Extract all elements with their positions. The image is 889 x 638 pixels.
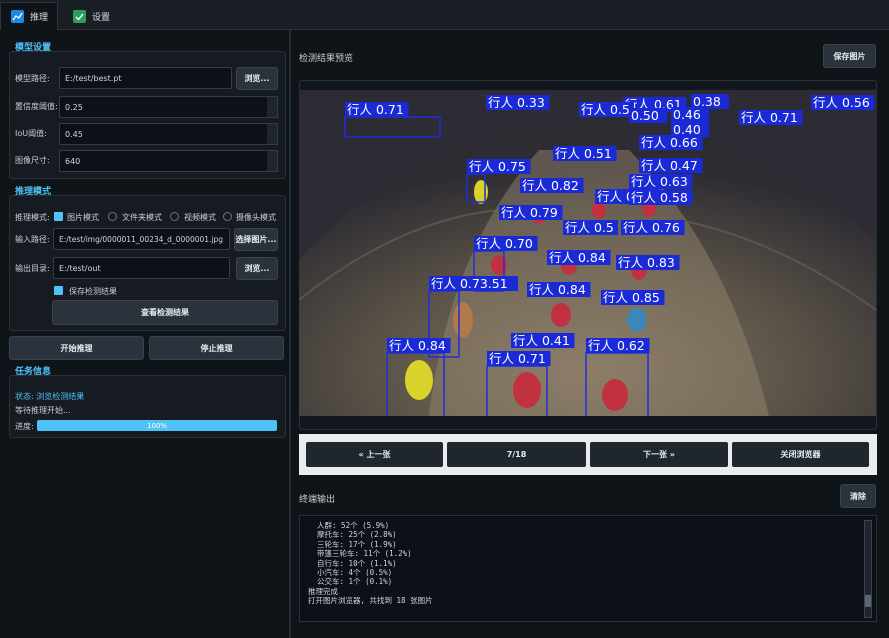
output-dir-label: 输出目录: [15, 264, 50, 273]
detection-label: 行人 0.71 [347, 102, 404, 117]
detection-label: 行人 0.33 [488, 95, 545, 110]
prev-image-button[interactable]: « 上一张 [306, 442, 443, 467]
radio-image-mode[interactable] [54, 212, 63, 221]
detection-label: 行人 0.84 [529, 282, 586, 297]
progress-bar: 100% [37, 420, 277, 431]
model-path-label: 模型路径: [15, 74, 50, 83]
tab-inference-label: 推理 [30, 13, 49, 23]
save-result-checkbox[interactable] [54, 286, 63, 295]
terminal-output: 人群: 52个 (5.9%) 摩托车: 25个 (2.8%) 三轮车: 17个 … [299, 515, 877, 622]
detection-label: 行人 0.82 [522, 178, 579, 193]
conf-field[interactable]: 0.25 [59, 96, 268, 118]
model-browse-button[interactable]: 浏览... [236, 67, 278, 90]
tab-settings-label: 设置 [92, 12, 111, 23]
terminal-scrollbar[interactable] [864, 520, 872, 618]
camera-mode-label: 摄像头模式 [236, 213, 276, 222]
chart-icon [11, 10, 24, 23]
detection-label: 0.46 [673, 107, 701, 122]
terminal-line: 打开图片浏览器, 共找到 18 张图片 [308, 596, 433, 606]
waiting-text: 等待推理开始... [15, 406, 71, 415]
detection-label: 行人 0.62 [588, 338, 645, 353]
detection-label: 行人 0.84 [549, 250, 606, 265]
detection-label: 行人 0.70 [476, 236, 533, 251]
iou-label: IoU阈值: [15, 129, 47, 138]
size-stepper[interactable] [267, 150, 278, 172]
detection-scene: 行人 0.71 行人 0.33 行人 0.61 0.38 行人 0.56行人 0.71行… [299, 90, 876, 416]
radio-video-mode[interactable] [170, 212, 179, 221]
detection-label: 行人 0.63 [631, 174, 688, 189]
select-image-button[interactable]: 选择图片... [234, 228, 278, 251]
scrollbar-thumb[interactable] [865, 595, 871, 607]
terminal-title: 终端输出 [299, 495, 336, 505]
output-browse-button[interactable]: 浏览... [236, 257, 278, 280]
detection-label: 行人 0.83 [618, 255, 675, 270]
detection-label: 行人 0.75 [469, 159, 526, 174]
radio-folder-mode[interactable] [108, 212, 117, 221]
size-field[interactable]: 640 [59, 150, 268, 172]
detection-label: 行人 0.66 [641, 135, 698, 150]
detection-label: 行人 0.73.51 [431, 276, 508, 291]
iou-stepper[interactable] [267, 123, 278, 145]
folder-mode-label: 文件夹模式 [122, 213, 162, 222]
tab-inference[interactable]: 推理 [0, 2, 58, 30]
output-dir-field[interactable]: E:/test/out [53, 257, 230, 279]
progress-label: 进度: [15, 422, 34, 431]
start-inference-button[interactable]: 开始推理 [9, 336, 144, 360]
detection-label: 行人 0.79 [501, 205, 558, 220]
next-image-button[interactable]: 下一张 » [590, 442, 728, 467]
detection-label: 行人 0.47 [641, 158, 698, 173]
detection-label: 行人 0.84 [389, 338, 446, 353]
status-text: 状态: 浏览检测结果 [15, 392, 85, 401]
model-path-field[interactable]: E:/test/best.pt [59, 67, 232, 89]
terminal-line: 三轮车: 17个 (1.9%) [308, 539, 397, 549]
conf-stepper[interactable] [267, 96, 278, 118]
check-icon [73, 9, 86, 23]
terminal-line: 自行车: 10个 (1.1%) [308, 558, 397, 568]
detection-label: 行人 0.5 [581, 102, 630, 117]
detection-label: 行人 0.71 [741, 110, 798, 125]
close-browser-button[interactable]: 关闭浏览器 [732, 442, 869, 467]
conf-label: 置信度阈值: [15, 102, 58, 111]
detection-label: 行人 0.85 [603, 290, 660, 305]
image-counter: 7/18 [447, 442, 586, 467]
image-mode-label: 图片模式 [67, 213, 99, 222]
preview-title: 检测结果预览 [299, 54, 354, 64]
detection-label: 行人 0.5 [565, 220, 614, 235]
terminal-line: 推理完成 [308, 586, 338, 596]
mode-label: 推理模式: [15, 213, 50, 222]
detection-label: 0.50 [631, 108, 659, 123]
terminal-line: 小汽车: 4个 (0.5%) [308, 568, 393, 578]
detection-label: 行人 0.51 [555, 146, 612, 161]
save-result-label: 保存检测结果 [69, 287, 117, 296]
clear-terminal-button[interactable]: 清除 [840, 484, 876, 508]
input-path-field[interactable]: E:/test/img/0000011_00234_d_0000001.jpg [53, 228, 230, 250]
size-label: 图像尺寸: [15, 156, 50, 165]
detection-label: 行人 0.56 [813, 95, 870, 110]
detection-label: 行人 0.71 [489, 351, 546, 366]
tab-settings[interactable]: 设置 [63, 2, 123, 30]
detection-label: 行人 0.41 [513, 333, 570, 348]
terminal-line: 带篷三轮车: 11个 (1.2%) [308, 549, 412, 559]
view-result-button[interactable]: 查看检测结果 [52, 300, 278, 325]
image-nav-bar: « 上一张 7/18 下一张 » 关闭浏览器 [299, 434, 877, 475]
terminal-line: 摩托车: 25个 (2.8%) [308, 530, 397, 540]
detection-image: 行人 0.71 行人 0.33 行人 0.61 0.38 行人 0.56 行人 0.71 行… [299, 90, 876, 416]
radio-camera-mode[interactable] [223, 212, 232, 221]
video-mode-label: 视频模式 [184, 213, 216, 222]
iou-field[interactable]: 0.45 [59, 123, 268, 145]
stop-inference-button[interactable]: 停止推理 [149, 336, 284, 360]
panel-splitter[interactable] [289, 30, 291, 638]
terminal-line: 人群: 52个 (5.9%) [308, 521, 390, 530]
input-path-label: 输入路径: [15, 235, 50, 244]
top-tab-bar: 推理 设置 [0, 0, 889, 30]
save-image-button[interactable]: 保存图片 [823, 44, 876, 68]
detection-label: 行人 0.58 [631, 190, 688, 205]
terminal-line: 公交车: 1个 (0.1%) [308, 577, 393, 587]
detection-label: 行人 0.76 [623, 220, 680, 235]
